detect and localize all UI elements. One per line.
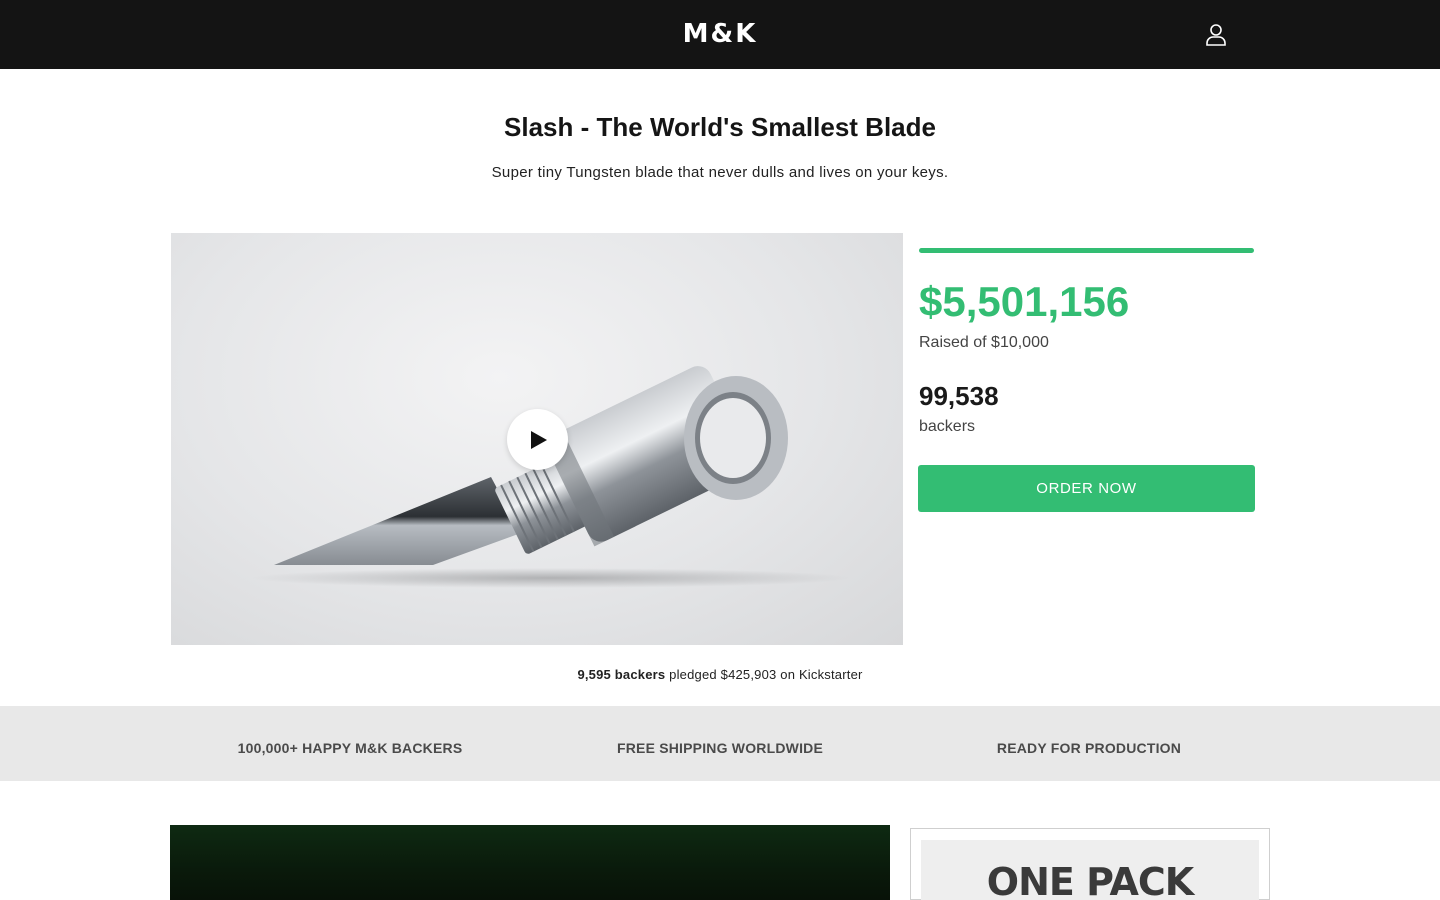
kickstarter-backers: 9,595 backers — [577, 667, 666, 682]
promo-card[interactable]: ONE PACK — [910, 828, 1270, 900]
features-band: 100,000+ HAPPY M&K BACKERS FREE SHIPPING… — [0, 706, 1440, 781]
top-navigation-bar: M&K — [0, 0, 1440, 69]
kickstarter-summary: 9,595 backers pledged $425,903 on Kickst… — [0, 667, 1440, 682]
play-icon — [531, 431, 547, 449]
amount-raised: $5,501,156 — [919, 278, 1130, 325]
user-icon[interactable] — [1203, 22, 1229, 48]
feature-backers: 100,000+ HAPPY M&K BACKERS — [237, 740, 463, 756]
feature-shipping: FREE SHIPPING WORLDWIDE — [616, 740, 824, 756]
funding-progress-fill — [919, 248, 1254, 253]
funding-progress-bar — [919, 248, 1254, 253]
order-now-button[interactable]: ORDER NOW — [918, 465, 1255, 512]
promo-image: ONE PACK — [921, 840, 1259, 900]
promo-heading: ONE PACK — [986, 860, 1194, 900]
promo-video-banner[interactable] — [170, 825, 890, 900]
funding-goal: Raised of $10,000 — [919, 334, 1049, 351]
play-button[interactable] — [507, 409, 568, 470]
product-subtitle: Super tiny Tungsten blade that never dul… — [491, 164, 949, 181]
backers-count: 99,538 — [919, 381, 999, 411]
backers-label: backers — [919, 418, 976, 435]
product-title: Slash - The World's Smallest Blade — [504, 112, 936, 142]
feature-production: READY FOR PRODUCTION — [996, 740, 1182, 756]
kickstarter-pledged: pledged $425,903 on Kickstarter — [669, 667, 863, 682]
